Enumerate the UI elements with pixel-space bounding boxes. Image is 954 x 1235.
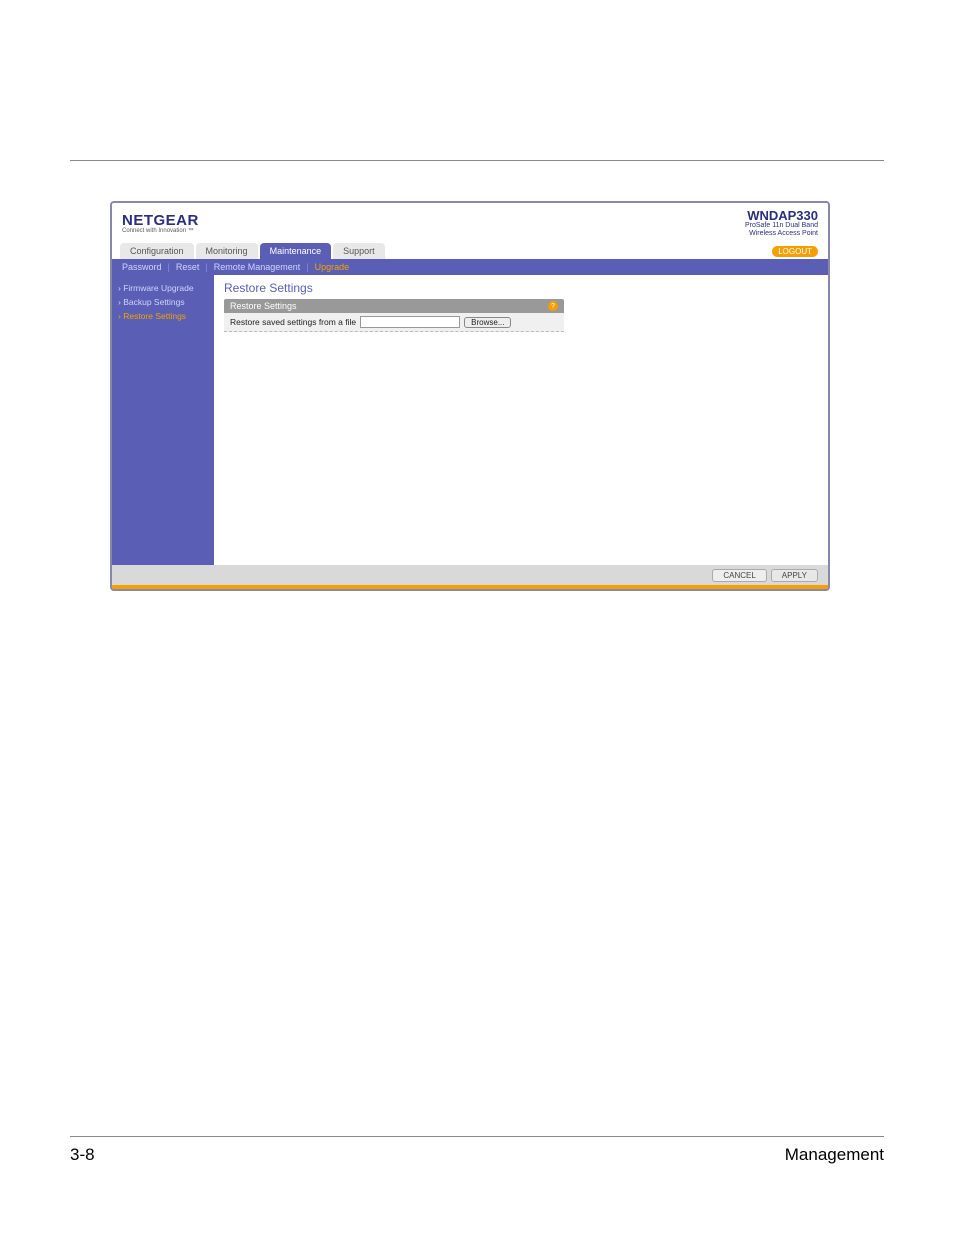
restore-row-label: Restore saved settings from a file — [230, 317, 356, 327]
subtab-sep: | — [306, 262, 308, 272]
document-page: NETGEAR Connect with Innovation ™ WNDAP3… — [0, 0, 954, 1235]
tab-configuration[interactable]: Configuration — [120, 243, 194, 259]
copyright-text: Copyright © 1996-2007 Netgear ® — [120, 588, 242, 592]
brand-tagline: Connect with Innovation ™ — [122, 228, 199, 234]
subtab-reset[interactable]: Reset — [176, 262, 200, 272]
page-footer: 3-8 Management — [70, 1136, 884, 1165]
model-block: WNDAP330 ProSafe 11n Dual Band Wireless … — [745, 209, 818, 237]
sidebar-item-firmware-upgrade[interactable]: Firmware Upgrade — [118, 281, 208, 295]
subtab-upgrade[interactable]: Upgrade — [315, 262, 350, 272]
screenshot-header: NETGEAR Connect with Innovation ™ WNDAP3… — [112, 203, 828, 239]
restore-row: Restore saved settings from a file Brows… — [224, 313, 564, 332]
subtab-password[interactable]: Password — [122, 262, 162, 272]
sidebar-item-restore-settings[interactable]: Restore Settings — [118, 309, 208, 323]
cancel-button[interactable]: CANCEL — [712, 569, 766, 582]
action-bar: CANCEL APPLY — [112, 565, 828, 585]
logo-block: NETGEAR Connect with Innovation ™ — [122, 213, 199, 234]
subtab-sep: | — [205, 262, 207, 272]
sidebar-item-backup-settings[interactable]: Backup Settings — [118, 295, 208, 309]
top-rule — [70, 160, 884, 161]
subtab-remote-management[interactable]: Remote Management — [214, 262, 301, 272]
secondary-tabs: Password | Reset | Remote Management | U… — [112, 259, 828, 275]
brand-logo: NETGEAR — [122, 213, 199, 228]
browse-button[interactable]: Browse... — [464, 317, 511, 328]
primary-tabs: Configuration Monitoring Maintenance Sup… — [112, 239, 828, 259]
section-title: Management — [785, 1145, 884, 1165]
help-icon[interactable]: ? — [548, 301, 558, 311]
panel-subheader: Restore Settings ? — [224, 299, 564, 313]
panel-title: Restore Settings — [224, 281, 818, 295]
page-number: 3-8 — [70, 1145, 95, 1165]
model-sub1: ProSafe 11n Dual Band — [745, 222, 818, 229]
restore-file-input[interactable] — [360, 316, 460, 328]
tab-maintenance[interactable]: Maintenance — [260, 243, 332, 259]
tab-support[interactable]: Support — [333, 243, 385, 259]
copyright-bar: Copyright © 1996-2007 Netgear ® — [112, 585, 828, 591]
tab-monitoring[interactable]: Monitoring — [196, 243, 258, 259]
model-sub2: Wireless Access Point — [745, 230, 818, 237]
content-panel: Restore Settings Restore Settings ? Rest… — [214, 275, 828, 565]
model-name: WNDAP330 — [745, 209, 818, 223]
apply-button[interactable]: APPLY — [771, 569, 818, 582]
logout-button[interactable]: LOGOUT — [772, 246, 818, 257]
router-screenshot: NETGEAR Connect with Innovation ™ WNDAP3… — [110, 201, 830, 591]
subtab-sep: | — [168, 262, 170, 272]
panel-sub-label: Restore Settings — [230, 301, 297, 311]
screenshot-body: Firmware Upgrade Backup Settings Restore… — [112, 275, 828, 565]
sidebar: Firmware Upgrade Backup Settings Restore… — [112, 275, 214, 565]
